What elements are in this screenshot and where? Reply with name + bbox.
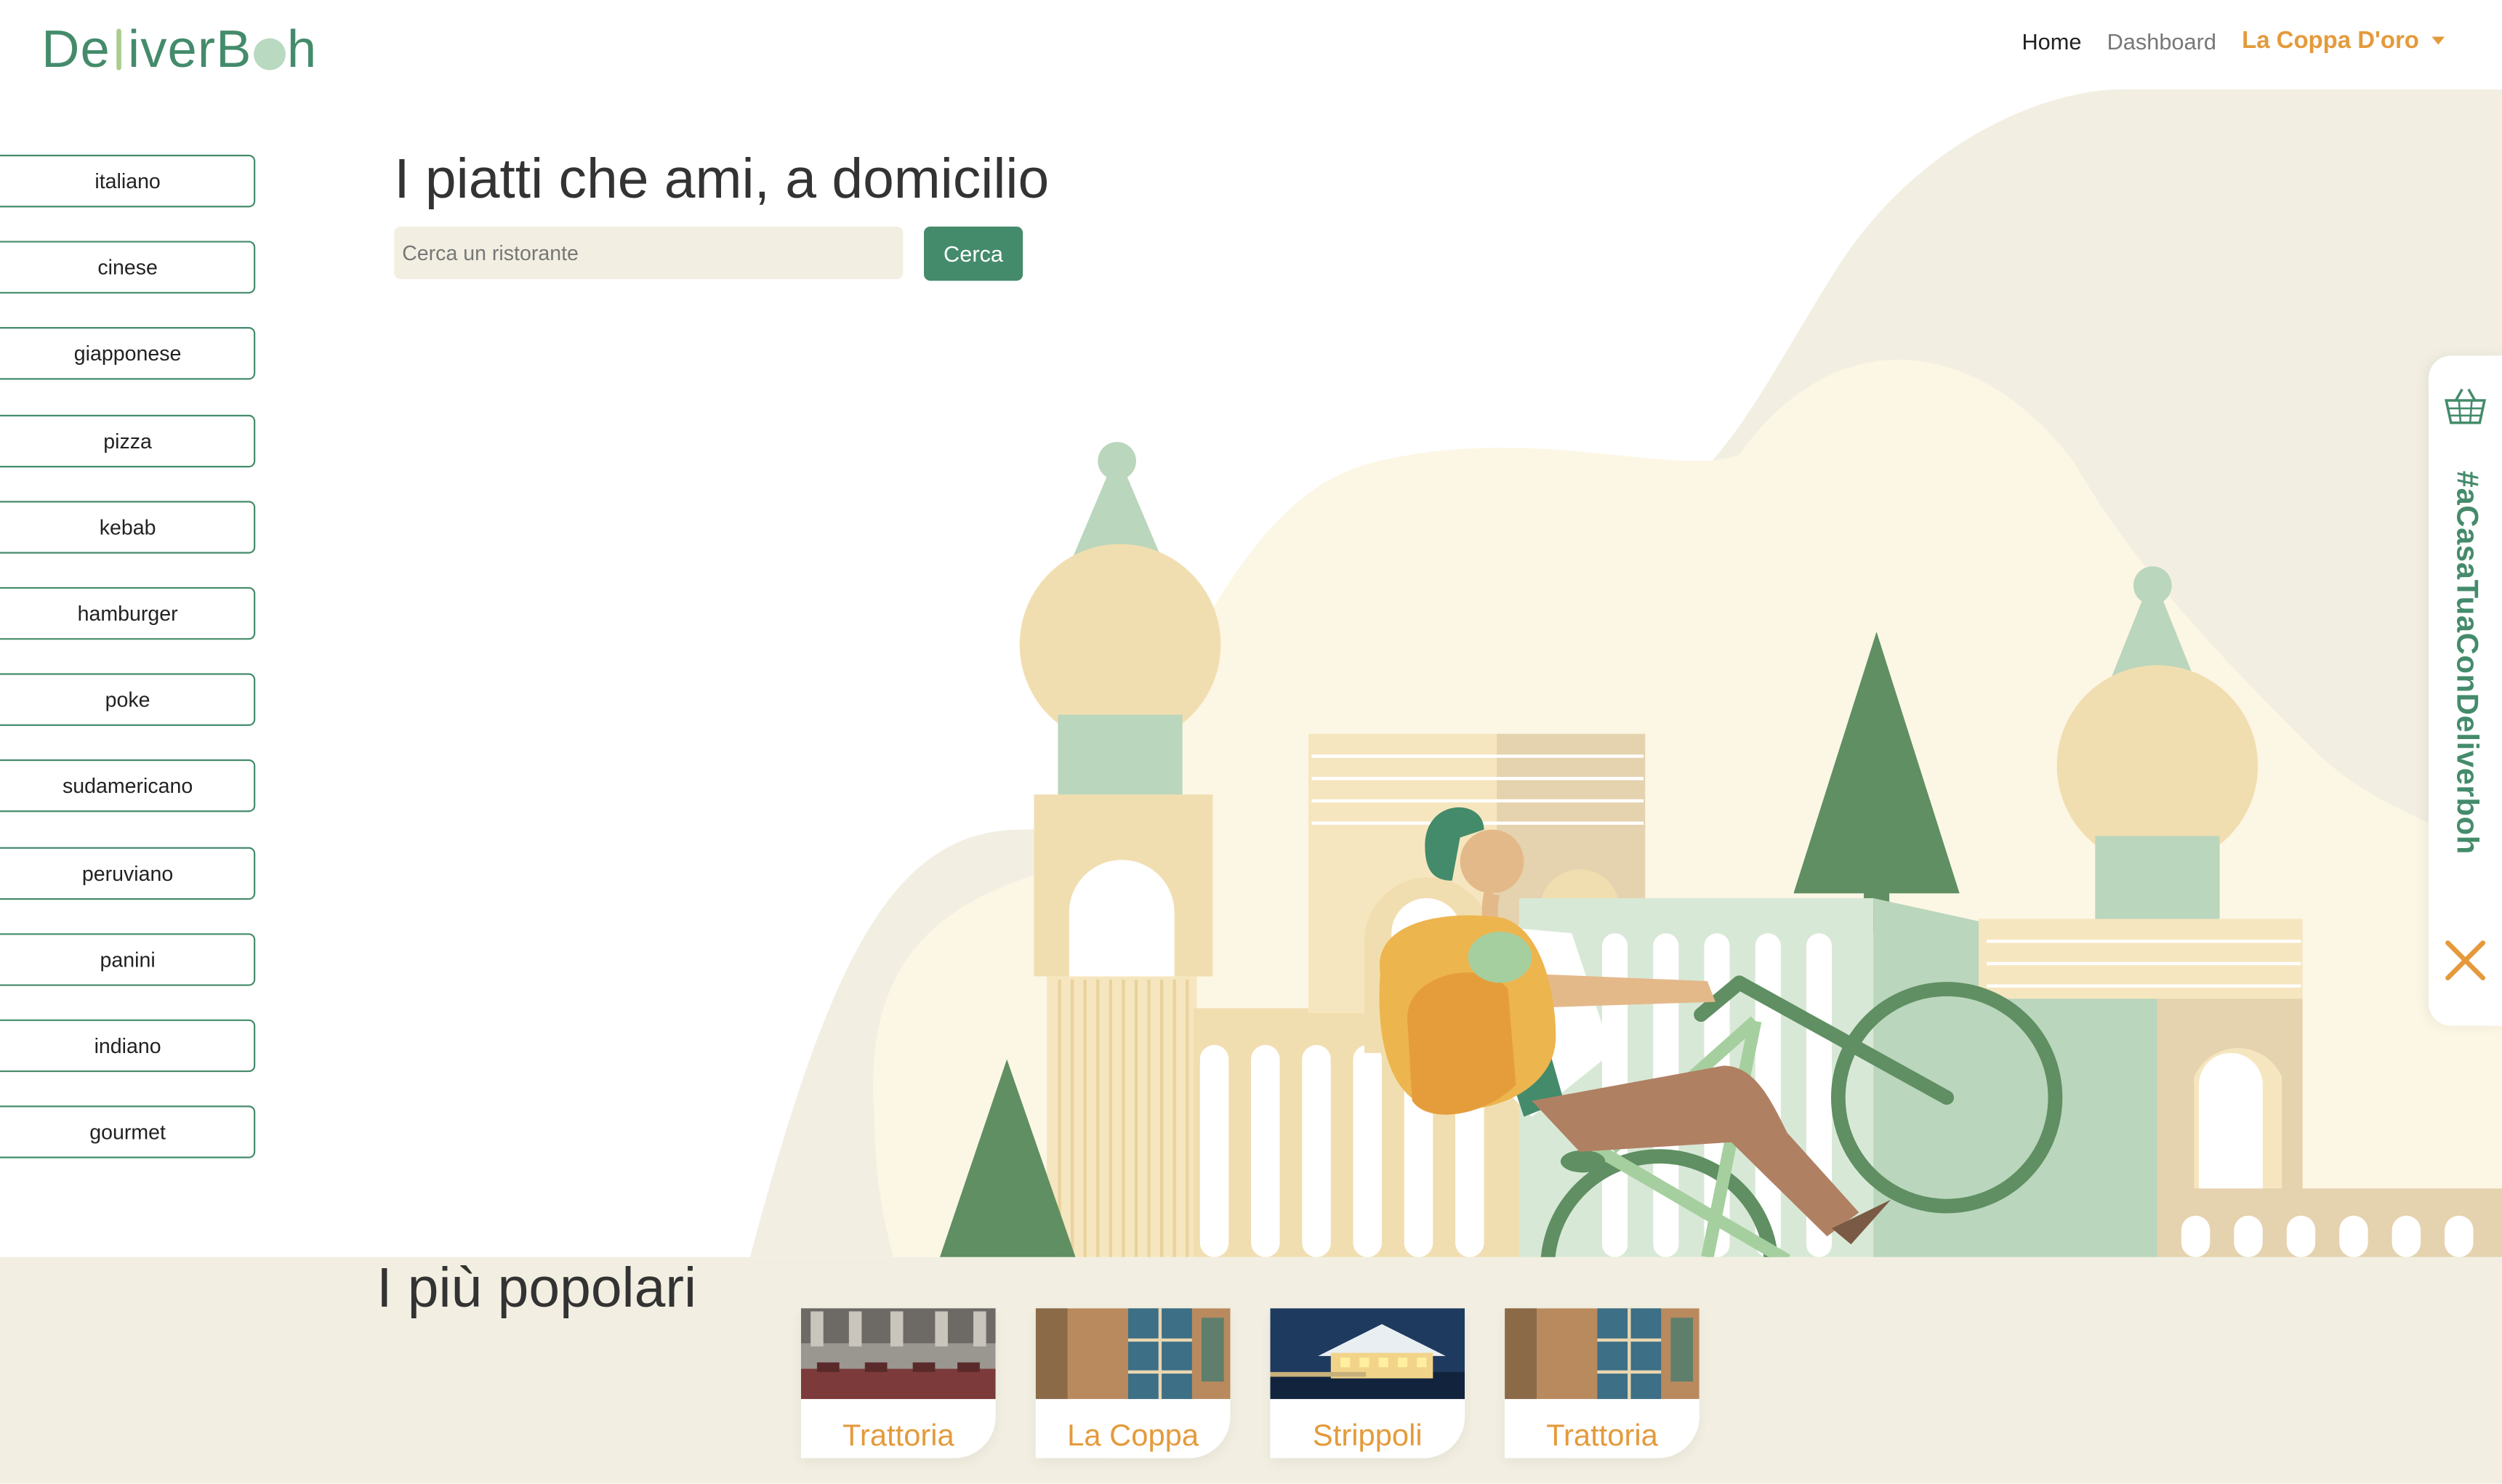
restaurant-name: Trattoria (1546, 1419, 1658, 1453)
fork-icon (116, 28, 122, 70)
basket-icon[interactable] (2443, 387, 2487, 426)
caret-down-icon (2431, 36, 2445, 45)
hero-title: I piatti che ami, a domicilio (394, 148, 1050, 211)
category-list: italiano cinese giapponese pizza kebab h… (0, 154, 256, 1192)
restaurant-card[interactable]: Trattoria (800, 1308, 996, 1459)
restaurant-photo (1270, 1308, 1465, 1400)
category-button-cinese[interactable]: cinese (0, 241, 256, 294)
bowl-icon (253, 38, 286, 70)
category-button-italiano[interactable]: italiano (0, 154, 256, 208)
restaurant-name: Trattoria (842, 1419, 954, 1453)
logo[interactable]: De iverB h (41, 19, 317, 79)
popular-title: I più popolari (377, 1257, 697, 1320)
restaurant-card[interactable]: Strippoli (1270, 1308, 1465, 1459)
category-button-indiano[interactable]: indiano (0, 1019, 256, 1072)
top-nav: Home Dashboard La Coppa D'oro (2022, 27, 2445, 55)
category-button-panini[interactable]: panini (0, 932, 256, 985)
nav-home-link[interactable]: Home (2022, 28, 2081, 53)
category-button-giapponese[interactable]: giapponese (0, 327, 256, 381)
category-button-peruviano[interactable]: peruviano (0, 846, 256, 899)
restaurant-photo (1035, 1308, 1231, 1400)
category-button-gourmet[interactable]: gourmet (0, 1105, 256, 1158)
restaurant-card[interactable]: La Coppa (1035, 1308, 1231, 1459)
side-tab: #aCasaTuaConDeliverboh (2429, 355, 2502, 1026)
search-bar: Cerca (394, 226, 1023, 281)
restaurant-name: Strippoli (1312, 1419, 1423, 1453)
hashtag-label: #aCasaTuaConDeliverboh (2449, 470, 2483, 855)
restaurant-card[interactable]: Trattoria (1505, 1308, 1699, 1459)
restaurant-dropdown-label: La Coppa D'oro (2242, 27, 2419, 55)
logo-text: h (286, 19, 318, 78)
nav-dashboard-link[interactable]: Dashboard (2107, 28, 2216, 53)
logo-text: iverB (128, 19, 252, 78)
search-button[interactable]: Cerca (924, 226, 1023, 281)
category-button-sudamericano[interactable]: sudamericano (0, 759, 256, 813)
popular-section: I più popolari Trattoria La Coppa Stripp… (0, 1257, 2502, 1484)
category-button-hamburger[interactable]: hamburger (0, 586, 256, 640)
search-input[interactable] (394, 226, 904, 280)
restaurant-photo (800, 1308, 996, 1400)
close-icon[interactable] (2445, 940, 2486, 981)
restaurant-photo (1505, 1308, 1699, 1400)
category-button-kebab[interactable]: kebab (0, 500, 256, 554)
restaurant-dropdown[interactable]: La Coppa D'oro (2242, 27, 2445, 55)
category-button-poke[interactable]: poke (0, 673, 256, 727)
category-button-pizza[interactable]: pizza (0, 414, 256, 467)
restaurant-name: La Coppa (1067, 1419, 1199, 1453)
logo-text: De (41, 19, 110, 78)
